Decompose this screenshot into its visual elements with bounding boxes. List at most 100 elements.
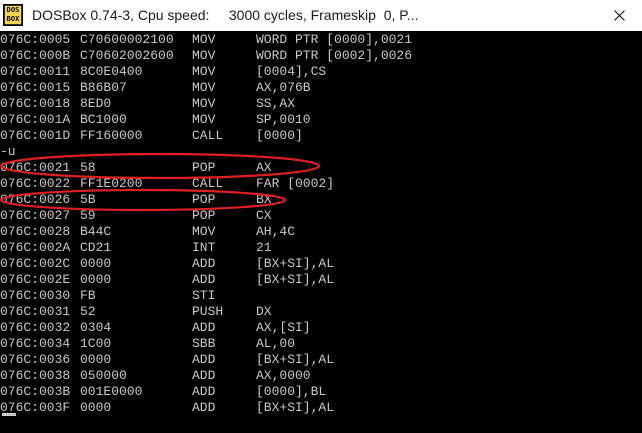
line-address: 076C:001A: [0, 112, 71, 127]
line-hex-bytes: B86B07: [80, 80, 127, 95]
line-mnemonic: MOV: [192, 32, 216, 47]
text-cursor: [2, 413, 16, 416]
line-mnemonic: PUSH: [192, 304, 224, 319]
line-operands: [0000]: [256, 128, 303, 143]
line-hex-bytes: FB: [80, 288, 96, 303]
line-hex-bytes: 0000: [80, 352, 112, 367]
line-hex-bytes: FF160000: [80, 128, 143, 143]
line-operands: WORD PTR [0002],0026: [256, 48, 413, 63]
line-mnemonic: ADD: [192, 368, 216, 383]
line-mnemonic: ADD: [192, 272, 216, 287]
line-address: 076C:0026: [0, 192, 71, 207]
line-operands: BX: [256, 192, 272, 207]
line-mnemonic: CALL: [192, 128, 224, 143]
line-address: 076C:0034: [0, 336, 71, 351]
close-icon: [614, 10, 625, 21]
line-address: 076C:0005: [0, 32, 71, 47]
line-hex-bytes: 0304: [80, 320, 112, 335]
line-hex-bytes: 8C0E0400: [80, 64, 143, 79]
line-operands: [BX+SI],AL: [256, 272, 335, 287]
line-mnemonic: MOV: [192, 224, 216, 239]
app-icon-label-bottom: BOX: [5, 15, 21, 24]
line-operands: AL,00: [256, 336, 296, 351]
line-mnemonic: POP: [192, 208, 216, 223]
line-hex-bytes: 001E0000: [80, 384, 143, 399]
line-address: 076C:002C: [0, 256, 71, 271]
line-address: 076C:0011: [0, 64, 71, 79]
line-address: 076C:002A: [0, 240, 71, 255]
line-address: 076C:0031: [0, 304, 71, 319]
line-operands: WORD PTR [0000],0021: [256, 32, 413, 47]
line-hex-bytes: 0000: [80, 400, 112, 415]
line-address: 076C:003B: [0, 384, 71, 399]
line-hex-bytes: 0000: [80, 256, 112, 271]
line-operands: [BX+SI],AL: [256, 400, 335, 415]
line-hex-bytes: BC1000: [80, 112, 127, 127]
line-operands: AX: [256, 160, 272, 175]
line-operands: DX: [256, 304, 272, 319]
line-mnemonic: MOV: [192, 96, 216, 111]
line-operands: 21: [256, 240, 272, 255]
line-mnemonic: ADD: [192, 384, 216, 399]
line-address: 076C:0036: [0, 352, 71, 367]
line-address: 076C:002E: [0, 272, 71, 287]
line-mnemonic: MOV: [192, 80, 216, 95]
line-operands: FAR [0002]: [256, 176, 335, 191]
dos-console[interactable]: 076C:0005 C70600002100 MOV WORD PTR [0000],…: [0, 31, 642, 419]
line-operands: [BX+SI],AL: [256, 352, 335, 367]
line-hex-bytes: C70602002600: [80, 48, 174, 63]
line-address: 076C:0038: [0, 368, 71, 383]
line-operands: AX,0000: [256, 368, 311, 383]
line-hex-bytes: 0000: [80, 272, 112, 287]
line-operands: [0004],CS: [256, 64, 327, 79]
line-mnemonic: STI: [192, 288, 216, 303]
line-hex-bytes: B44C: [80, 224, 112, 239]
line-hex-bytes: 59: [80, 208, 96, 223]
window-title: DOSBox 0.74-3, Cpu speed: 3000 cycles, F…: [32, 7, 419, 23]
line-hex-bytes: 1C00: [80, 336, 112, 351]
line-mnemonic: MOV: [192, 64, 216, 79]
line-address: 076C:0027: [0, 208, 71, 223]
line-operands: AX,076B: [256, 80, 311, 95]
line-mnemonic: ADD: [192, 352, 216, 367]
line-hex-bytes: 5B: [80, 192, 96, 207]
line-mnemonic: POP: [192, 160, 216, 175]
close-button[interactable]: [596, 0, 642, 31]
line-address: 076C:0028: [0, 224, 71, 239]
line-hex-bytes: 050000: [80, 368, 127, 383]
console-bottom-strip: [0, 419, 642, 433]
line-mnemonic: ADD: [192, 320, 216, 335]
line-operands: [BX+SI],AL: [256, 256, 335, 271]
line-operands: SP,0010: [256, 112, 311, 127]
line-address: 076C:000B: [0, 48, 71, 63]
line-hex-bytes: CD21: [80, 240, 112, 255]
line-mnemonic: INT: [192, 240, 216, 255]
dosbox-app-icon: DOS BOX: [3, 4, 23, 26]
line-mnemonic: ADD: [192, 400, 216, 415]
line-address: 076C:0022: [0, 176, 71, 191]
line-hex-bytes: 8ED0: [80, 96, 112, 111]
line-address: 076C:0021: [0, 160, 71, 175]
line-mnemonic: MOV: [192, 112, 216, 127]
line-operands: [0000],BL: [256, 384, 327, 399]
line-address: 076C:0015: [0, 80, 71, 95]
line-hex-bytes: C70600002100: [80, 32, 174, 47]
line-address: 076C:0030: [0, 288, 71, 303]
line-hex-bytes: 58: [80, 160, 96, 175]
line-operands: AH,4C: [256, 224, 296, 239]
line-hex-bytes: 52: [80, 304, 96, 319]
line-address: -u: [0, 144, 16, 159]
line-mnemonic: MOV: [192, 48, 216, 63]
line-operands: AX,[SI]: [256, 320, 311, 335]
line-hex-bytes: FF1E0200: [80, 176, 143, 191]
dosbox-window: DOS BOX DOSBox 0.74-3, Cpu speed: 3000 c…: [0, 0, 642, 433]
line-operands: CX: [256, 208, 272, 223]
line-operands: SS,AX: [256, 96, 296, 111]
line-mnemonic: CALL: [192, 176, 224, 191]
line-mnemonic: SBB: [192, 336, 216, 351]
line-mnemonic: ADD: [192, 256, 216, 271]
line-mnemonic: POP: [192, 192, 216, 207]
title-bar[interactable]: DOS BOX DOSBox 0.74-3, Cpu speed: 3000 c…: [0, 0, 642, 31]
line-address: 076C:0032: [0, 320, 71, 335]
line-address: 076C:0018: [0, 96, 71, 111]
